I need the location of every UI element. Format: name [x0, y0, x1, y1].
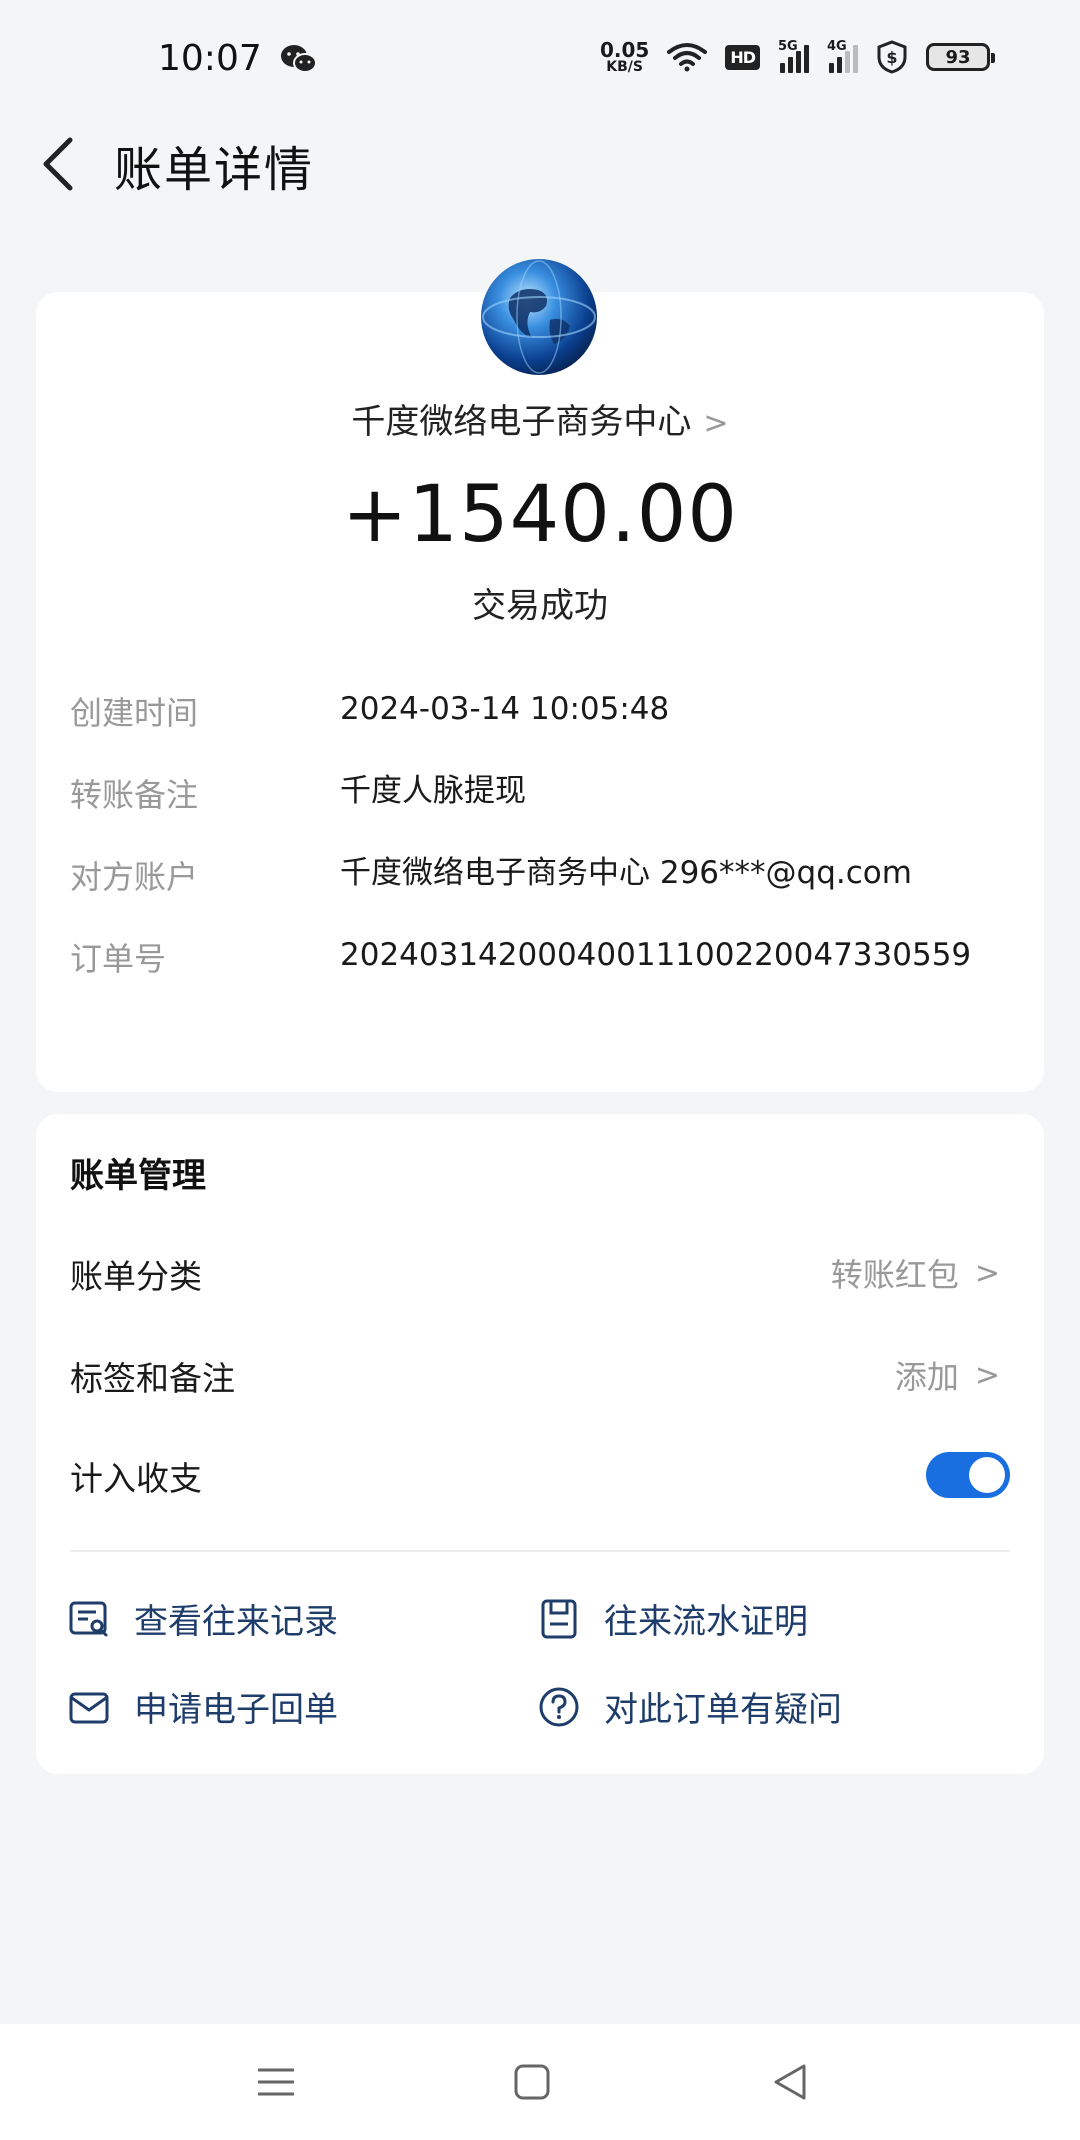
include-in-stats-toggle[interactable]: [926, 1452, 1010, 1498]
view-records-label: 查看往来记录: [134, 1602, 338, 1642]
question-icon: [539, 1687, 579, 1726]
tags-notes-add-button[interactable]: 添加 >: [895, 1352, 1000, 1398]
order-question-label: 对此订单有疑问: [604, 1690, 842, 1730]
menu-icon[interactable]: [254, 2062, 298, 2102]
back-arrow-icon[interactable]: [38, 136, 78, 192]
chevron-right-icon: >: [974, 1255, 1000, 1291]
transaction-amount: +1540.00: [342, 470, 738, 560]
bill-management-card: [36, 1114, 1044, 1774]
merchant-avatar[interactable]: [480, 258, 598, 376]
detail-value-created-time: 2024-03-14 10:05:48: [340, 691, 670, 727]
status-time: 10:07: [158, 38, 262, 79]
section-title-bill-management: 账单管理: [70, 1156, 206, 1196]
merchant-name: 千度微络电子商务中心: [351, 402, 692, 442]
divider: [70, 1550, 1010, 1552]
page-title: 账单详情: [114, 142, 315, 198]
bill-category-value: 转账红包: [830, 1256, 959, 1294]
statement-proof-label: 往来流水证明: [604, 1602, 808, 1642]
statement-proof-link[interactable]: 往来流水证明: [538, 1594, 808, 1643]
detail-label-created-time: 创建时间: [70, 694, 199, 732]
view-records-link[interactable]: 查看往来记录: [68, 1594, 338, 1643]
toggle-knob: [969, 1457, 1005, 1493]
detail-value-transfer-note: 千度人脉提现: [340, 773, 526, 809]
system-nav-bar: [0, 2024, 1080, 2140]
document-icon: [541, 1599, 577, 1638]
status-indicators: 0.05 KB/S HD 5G 4G $ 93: [600, 39, 995, 74]
status-bar: 10:07 0.05 KB/S HD 5G 4G $ 93: [0, 0, 1080, 120]
detail-label-counterparty: 对方账户: [70, 858, 199, 896]
detail-value-counterparty: 千度微络电子商务中心 296***@qq.com: [340, 855, 912, 891]
hd-voice-badge: HD: [725, 44, 760, 70]
detail-value-order-number: 20240314200040011100220047330559: [340, 937, 972, 973]
row-label-bill-category: 账单分类: [70, 1257, 202, 1296]
chevron-right-icon: >: [974, 1357, 1000, 1393]
row-label-include-in-stats: 计入收支: [70, 1459, 202, 1498]
shield-dollar-icon: $: [877, 40, 907, 74]
tags-notes-value: 添加: [894, 1358, 959, 1396]
wifi-icon: [667, 43, 708, 72]
network-speed-value: 0.05: [599, 38, 650, 62]
signal-4g-icon: 4G: [827, 39, 858, 73]
battery-icon: 93: [926, 43, 995, 71]
svg-text:$: $: [886, 48, 897, 67]
row-label-tags-notes: 标签和备注: [70, 1359, 235, 1398]
detail-label-order-number: 订单号: [70, 940, 167, 978]
page-header: 账单详情: [0, 120, 1080, 240]
chevron-right-icon: >: [703, 406, 729, 441]
detail-label-transfer-note: 转账备注: [70, 776, 199, 814]
network-speed-unit: KB/S: [606, 59, 643, 75]
e-receipt-label: 申请电子回单: [134, 1690, 338, 1730]
home-icon[interactable]: [510, 2062, 554, 2102]
envelope-icon: [69, 1692, 109, 1723]
bill-category-selector[interactable]: 转账红包 >: [831, 1250, 1000, 1296]
record-search-icon: [69, 1601, 108, 1636]
wechat-icon: [281, 45, 317, 73]
transaction-status: 交易成功: [472, 586, 608, 626]
e-receipt-link[interactable]: 申请电子回单: [68, 1682, 338, 1731]
network-speed: 0.05 KB/S: [600, 40, 649, 74]
order-question-link[interactable]: 对此订单有疑问: [538, 1682, 842, 1731]
back-triangle-icon[interactable]: [768, 2062, 812, 2102]
signal-5g-icon: 5G: [778, 39, 809, 73]
merchant-name-link[interactable]: 千度微络电子商务中心 >: [0, 394, 1080, 443]
battery-level: 93: [945, 46, 971, 68]
